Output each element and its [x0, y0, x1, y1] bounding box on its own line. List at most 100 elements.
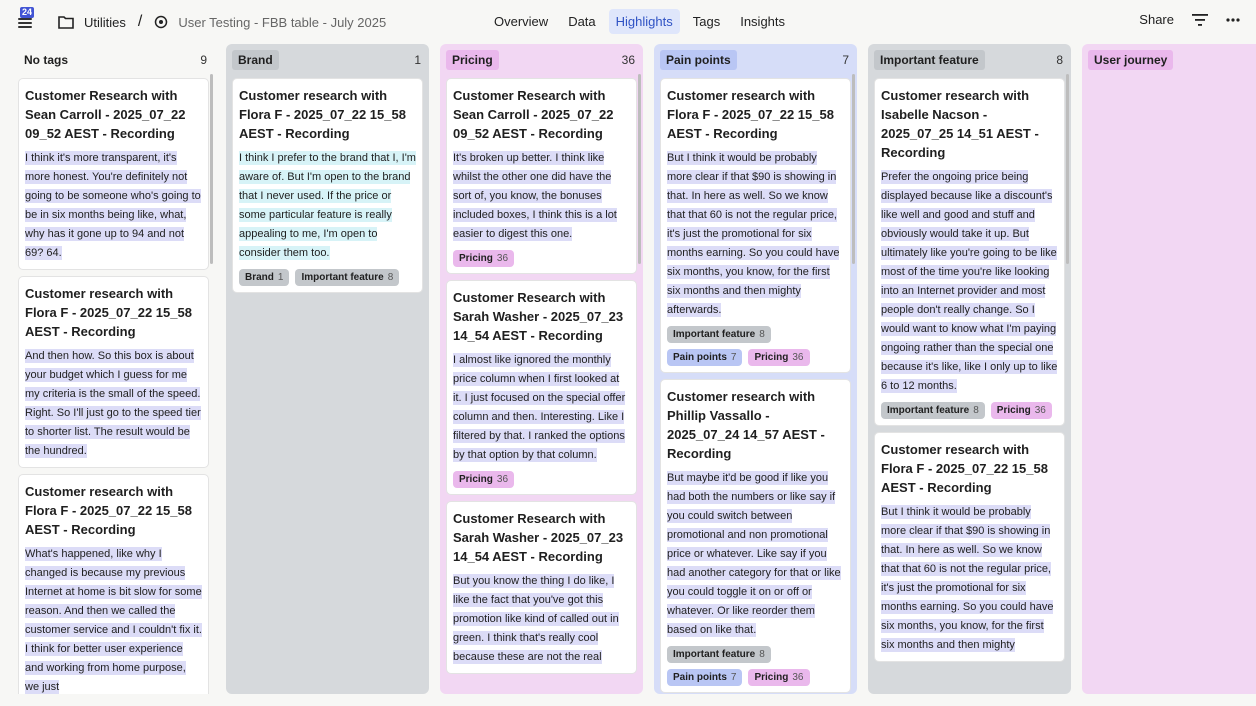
card-title: Customer research with Phillip Vassallo … — [667, 389, 825, 461]
card-quote: I almost like ignored the monthly price … — [453, 351, 630, 465]
card-title: Customer research with Flora F - 2025_07… — [239, 88, 406, 141]
tag-count: 1 — [277, 272, 284, 283]
card-title: Customer research with Flora F - 2025_07… — [667, 88, 834, 141]
tag-chip[interactable]: Important feature 8 — [667, 646, 771, 663]
card-title: Customer Research with Sean Carroll - 20… — [453, 88, 614, 141]
card-title: Customer research with Flora F - 2025_07… — [881, 442, 1048, 495]
column-header: Important feature 8 — [868, 44, 1071, 76]
tag-chip[interactable]: Important feature 8 — [881, 402, 985, 419]
highlight-card[interactable]: Customer Research with Sean Carroll - 20… — [18, 78, 209, 270]
tag-chip[interactable]: Pricing 36 — [453, 471, 515, 488]
tag-list: Important feature 8 Pain points 7 Pricin… — [667, 326, 844, 366]
filter-icon[interactable] — [1192, 13, 1208, 26]
highlight-card[interactable]: Customer research with Isabelle Nacson -… — [874, 78, 1065, 426]
target-icon — [155, 15, 168, 29]
highlight-text: It's broken up better. I think like whil… — [453, 151, 617, 241]
highlight-text: But I think it would be probably more cl… — [881, 505, 1054, 652]
card-title: Customer research with Isabelle Nacson -… — [881, 88, 1039, 160]
highlight-card[interactable]: Customer research with Phillip Vassallo … — [660, 379, 851, 693]
card-quote: Prefer the ongoing price being displayed… — [881, 168, 1058, 396]
highlight-text: But you know the thing I do like, I like… — [453, 574, 619, 664]
card-quote: But I think it would be probably more cl… — [667, 149, 844, 320]
column-header: User journey — [1082, 44, 1256, 76]
highlight-text: But I think it would be probably more cl… — [667, 151, 840, 317]
column-no-tags: No tags 9 Customer Research with Sean Ca… — [12, 44, 215, 694]
column-important-feature: Important feature 8 Customer research wi… — [868, 44, 1071, 694]
breadcrumb-utilities[interactable]: Utilities — [84, 15, 126, 30]
highlight-card[interactable]: Customer research with Flora F - 2025_07… — [18, 474, 209, 694]
folder-icon — [58, 16, 74, 29]
tab-insights[interactable]: Insights — [733, 9, 792, 34]
tag-name: Pricing — [754, 352, 789, 363]
column-header: Pricing 36 — [440, 44, 643, 76]
column-scrollbar[interactable] — [210, 74, 213, 264]
column-count: 1 — [414, 53, 421, 67]
tag-count: 36 — [792, 352, 804, 363]
tag-count: 8 — [759, 329, 765, 340]
column-title[interactable]: Pain points — [660, 50, 737, 70]
column-scrollbar[interactable] — [852, 74, 855, 264]
share-button[interactable]: Share — [1139, 12, 1174, 27]
column-scrollbar[interactable] — [1066, 74, 1069, 264]
column-count: 7 — [842, 53, 849, 67]
kanban-board: No tags 9 Customer Research with Sean Ca… — [12, 44, 1256, 694]
column-title[interactable]: Important feature — [874, 50, 985, 70]
highlight-card[interactable]: Customer research with Flora F - 2025_07… — [874, 432, 1065, 662]
highlight-card[interactable]: Customer research with Flora F - 2025_07… — [232, 78, 423, 293]
column-title[interactable]: No tags — [18, 50, 74, 70]
tag-chip[interactable]: Brand 1 — [239, 269, 290, 286]
card-quote: And then how. So this box is about your … — [25, 347, 202, 461]
menu-icon[interactable]: 24 — [18, 7, 35, 29]
tag-chip[interactable]: Pricing 36 — [748, 349, 810, 366]
tag-chip[interactable]: Important feature 8 — [295, 269, 400, 286]
highlight-card[interactable]: Customer research with Flora F - 2025_07… — [18, 276, 209, 468]
tab-highlights[interactable]: Highlights — [608, 9, 680, 34]
highlight-card[interactable]: Customer Research with Sarah Washer - 20… — [446, 501, 637, 674]
tag-chip[interactable]: Pricing 36 — [748, 669, 810, 686]
more-icon[interactable] — [1226, 17, 1240, 22]
highlight-text: But maybe it'd be good if like you had b… — [667, 471, 841, 637]
tag-count: 8 — [759, 649, 765, 660]
tag-count: 36 — [496, 253, 509, 264]
column-scrollbar[interactable] — [638, 74, 641, 264]
tag-name: Pain points — [673, 672, 727, 683]
card-list: Customer Research with Sean Carroll - 20… — [12, 76, 215, 694]
tag-chip[interactable]: Important feature 8 — [667, 326, 771, 343]
card-list: Customer Research with Sean Carroll - 20… — [440, 76, 643, 674]
tag-list: Pricing 36 — [453, 471, 630, 488]
highlight-text: I almost like ignored the monthly price … — [453, 353, 626, 462]
breadcrumb-project[interactable]: User Testing - FBB table - July 2025 — [178, 15, 386, 30]
tag-name: Pricing — [459, 253, 493, 264]
tag-chip[interactable]: Pricing 36 — [453, 250, 515, 267]
tag-count: 36 — [496, 474, 509, 485]
tag-chip[interactable]: Pain points 7 — [667, 349, 743, 366]
card-title: Customer Research with Sarah Washer - 20… — [453, 511, 624, 564]
tag-list: Pricing 36 — [453, 250, 630, 267]
view-tabs: Overview Data Highlights Tags Insights — [487, 9, 792, 34]
tag-chip[interactable]: Pain points 7 — [667, 669, 743, 686]
column-count: 9 — [200, 53, 207, 67]
highlight-text: What's happened, like why I changed is b… — [25, 547, 202, 694]
highlight-card[interactable]: Customer Research with Sarah Washer - 20… — [446, 280, 637, 495]
column-title[interactable]: User journey — [1088, 50, 1174, 70]
column-title[interactable]: Pricing — [446, 50, 499, 70]
tag-count: 8 — [973, 405, 979, 416]
highlight-card[interactable]: Customer research with Flora F - 2025_07… — [660, 78, 851, 373]
breadcrumb-separator: / — [137, 13, 143, 30]
column-header: Brand 1 — [226, 44, 429, 76]
tag-chip[interactable]: Pricing 36 — [990, 402, 1052, 419]
column-count: 8 — [1056, 53, 1063, 67]
tab-data[interactable]: Data — [561, 9, 602, 34]
tab-tags[interactable]: Tags — [686, 9, 727, 34]
tag-name: Important feature — [673, 649, 756, 660]
card-quote: I think it's more transparent, it's more… — [25, 149, 202, 263]
tab-overview[interactable]: Overview — [487, 9, 555, 34]
column-header: Pain points 7 — [654, 44, 857, 76]
highlight-text: And then how. So this box is about your … — [25, 349, 201, 458]
tag-count: 7 — [730, 672, 737, 683]
column-title[interactable]: Brand — [232, 50, 279, 70]
highlight-card[interactable]: Customer Research with Sean Carroll - 20… — [446, 78, 637, 274]
top-bar: 24 Utilities / User Testing - FBB table … — [0, 0, 1256, 44]
tag-list: Important feature 8 Pricing 36 — [881, 402, 1058, 419]
card-quote: It's broken up better. I think like whil… — [453, 149, 630, 244]
